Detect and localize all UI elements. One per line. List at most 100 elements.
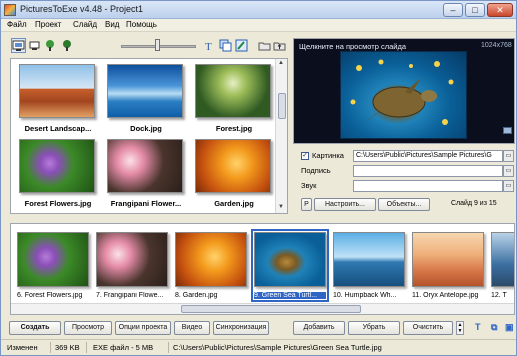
settings-button[interactable]: Настроить... <box>314 198 376 211</box>
caption-label: Подпись <box>301 166 331 175</box>
browse-picture-button[interactable]: ▭ <box>503 150 514 162</box>
filmstrip-slide[interactable]: 12. T <box>491 232 514 299</box>
filmstrip-slide[interactable]: 6. Forest Flowers.jpg <box>17 232 89 299</box>
status-separator <box>168 342 169 353</box>
filmstrip-slide[interactable]: 7. Frangipani Flowe... <box>96 232 168 299</box>
project-options-button[interactable]: Опции проекта <box>115 321 171 335</box>
edit-icon[interactable] <box>234 38 249 53</box>
slide-image <box>254 232 326 287</box>
thumbnail-image <box>107 139 183 193</box>
slide-caption: 12. T <box>491 292 507 299</box>
maximize-button[interactable]: □ <box>465 3 485 17</box>
edit-icon[interactable]: ▣ <box>505 322 514 333</box>
sound-field[interactable] <box>353 180 503 192</box>
menu-view[interactable]: Вид <box>105 20 119 29</box>
thumbnail-caption: Garden.jpg <box>214 199 254 208</box>
slider-handle[interactable] <box>155 39 160 51</box>
text-icon[interactable]: T <box>475 322 481 332</box>
slide-caption: 6. Forest Flowers.jpg <box>17 292 83 299</box>
browse-sound-button[interactable]: ▭ <box>503 180 514 192</box>
slide-image <box>491 232 514 287</box>
picture-path-field[interactable]: C:\Users\Public\Pictures\Sample Pictures… <box>353 150 503 162</box>
horizontal-scrollbar[interactable] <box>11 303 514 314</box>
view-large-icon[interactable] <box>11 38 26 53</box>
thumbnail-caption: Desert Landscap... <box>24 124 92 133</box>
filmstrip-slide[interactable]: 10. Humpback Wh... <box>333 232 405 299</box>
vertical-scrollbar[interactable]: ▲ ▼ <box>275 59 287 213</box>
thumbnail-caption: Forest Flowers.jpg <box>24 199 92 208</box>
window-title: PicturesToExe v4.48 - Project1 <box>20 4 144 14</box>
thumbnail-image <box>195 139 271 193</box>
scrollbar-thumb[interactable] <box>181 305 361 313</box>
thumbnail-image <box>107 64 183 118</box>
text-icon[interactable]: T <box>202 38 217 53</box>
scroll-down-icon[interactable]: ▼ <box>278 204 284 210</box>
preview-image <box>340 51 467 139</box>
p-button[interactable]: P <box>301 198 312 211</box>
thumbnail-image <box>19 139 95 193</box>
menu-slide[interactable]: Слайд <box>73 20 97 29</box>
thumbnail-item[interactable]: Forest Flowers.jpg <box>19 139 97 208</box>
open-folder-icon[interactable] <box>257 38 272 53</box>
scroll-up-icon[interactable]: ▲ <box>278 60 284 66</box>
copy-icon[interactable] <box>218 38 233 53</box>
slide-image <box>175 232 247 287</box>
preview-resolution: 1024x768 <box>481 42 512 49</box>
app-logo-icon <box>4 4 16 16</box>
sync-button[interactable]: Синхронизация <box>213 321 269 335</box>
thumbnail-item[interactable]: Frangipani Flower... <box>107 139 185 208</box>
app-window: PicturesToExe v4.48 - Project1 – □ ✕ Фай… <box>0 0 517 356</box>
view-list-icon[interactable] <box>43 38 58 53</box>
status-size: 369 KB <box>55 343 80 352</box>
fullscreen-icon[interactable] <box>503 127 512 134</box>
filmstrip-slide-selected[interactable]: 9. Green Sea Turtl... <box>251 229 329 302</box>
caption-options-button[interactable]: ▭ <box>503 165 514 177</box>
preview-hint: Щелкните на просмотр слайда <box>299 42 406 51</box>
menu-bar: Файл Проект Слайд Вид Помощь <box>1 19 516 32</box>
status-exe-size: EXE файл - 5 MB <box>93 343 154 352</box>
picture-label: Картинка <box>312 151 344 160</box>
slide-caption: 7. Frangipani Flowe... <box>96 292 164 299</box>
slide-caption: 11. Oryx Antelope.jpg <box>412 292 479 299</box>
status-separator <box>86 342 87 353</box>
sound-row: Звук ▭ <box>293 180 515 192</box>
slide-caption: 10. Humpback Wh... <box>333 292 397 299</box>
menu-project[interactable]: Проект <box>35 20 61 29</box>
order-spinner[interactable]: ▲ ▼ <box>456 321 464 335</box>
view-details-icon[interactable] <box>59 38 74 53</box>
objects-button[interactable]: Объекты... <box>378 198 430 211</box>
remove-button[interactable]: Убрать <box>348 321 400 335</box>
filmstrip-slide[interactable]: 8. Garden.jpg <box>175 232 247 299</box>
caption-row: Подпись ▭ <box>293 165 515 177</box>
filmstrip-slide[interactable]: 11. Oryx Antelope.jpg <box>412 232 484 299</box>
video-button[interactable]: Видео <box>174 321 210 335</box>
status-separator <box>50 342 51 353</box>
close-button[interactable]: ✕ <box>487 3 513 17</box>
scrollbar-thumb[interactable] <box>278 93 286 119</box>
thumbnail-item[interactable]: Desert Landscap... <box>19 64 97 133</box>
preview-button[interactable]: Просмотр <box>64 321 112 335</box>
status-modified: Изменен <box>7 343 38 352</box>
svg-text:T: T <box>205 41 212 52</box>
thumbnail-item[interactable]: Dock.jpg <box>107 64 185 133</box>
menu-help[interactable]: Помощь <box>126 20 157 29</box>
folder-up-icon[interactable] <box>272 38 287 53</box>
menu-file[interactable]: Файл <box>7 20 27 29</box>
add-button[interactable]: Добавить <box>293 321 345 335</box>
status-path: C:\Users\Public\Pictures\Sample Pictures… <box>173 343 382 352</box>
clear-button[interactable]: Очистить <box>403 321 453 335</box>
caption-field[interactable] <box>353 165 503 177</box>
thumbnail-caption: Forest.jpg <box>215 124 253 133</box>
slide-filmstrip[interactable]: 6. Forest Flowers.jpg 7. Frangipani Flow… <box>10 223 515 315</box>
picture-checkbox[interactable]: ✓ <box>301 152 309 160</box>
slide-caption: 8. Garden.jpg <box>175 292 218 299</box>
file-thumbnail-panel[interactable]: Desert Landscap... Dock.jpg Forest.jpg F… <box>10 58 288 214</box>
thumbnail-item[interactable]: Forest.jpg <box>195 64 273 133</box>
thumbnail-image <box>195 64 271 118</box>
thumbnail-item[interactable]: Garden.jpg <box>195 139 273 208</box>
minimize-button[interactable]: – <box>443 3 463 17</box>
copy-icon[interactable]: ⧉ <box>491 322 497 333</box>
create-button[interactable]: Создать <box>9 321 61 335</box>
view-small-icon[interactable] <box>27 38 42 53</box>
title-bar: PicturesToExe v4.48 - Project1 – □ ✕ <box>1 1 516 19</box>
